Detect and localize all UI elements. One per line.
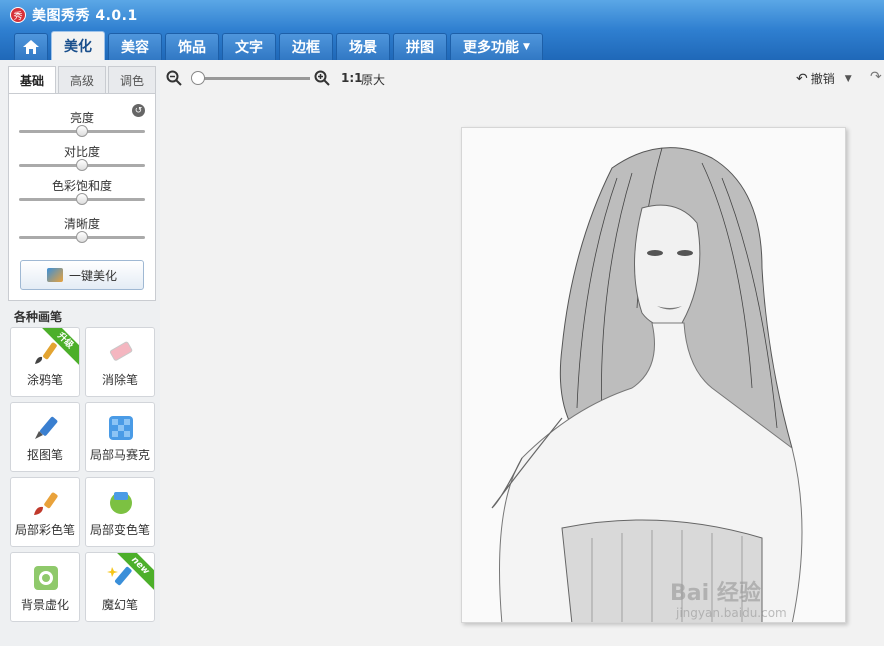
one-click-beautify-label: 一键美化	[68, 268, 117, 283]
contrast-label: 对比度	[63, 145, 100, 159]
sharpness-thumb[interactable]	[76, 231, 88, 243]
cutout-pen-icon	[35, 416, 58, 439]
brush-eraser-label: 消除笔	[101, 373, 138, 387]
brightness-slider[interactable]	[19, 125, 145, 137]
mosaic-icon	[109, 416, 133, 440]
color-change-icon	[110, 492, 132, 514]
magic-wand-icon	[46, 268, 63, 282]
brush-doodle[interactable]: 升级 涂鸦笔	[10, 327, 80, 397]
tab-more[interactable]: 更多功能 ▼	[450, 33, 543, 60]
brightness-thumb[interactable]	[76, 125, 88, 137]
undo-label: 撤销	[810, 72, 835, 86]
brush-magic[interactable]: new 魔幻笔	[85, 552, 155, 622]
redo-icon[interactable]: ↷	[870, 69, 882, 85]
brush-color[interactable]: 局部彩色笔	[10, 477, 80, 547]
zoom-slider[interactable]	[192, 77, 310, 80]
photo-canvas[interactable]	[461, 127, 846, 623]
tab-frame[interactable]: 边框	[279, 33, 333, 60]
sub-tab-basic[interactable]: 基础	[8, 66, 56, 94]
color-brush-icon	[34, 492, 58, 515]
watermark-logo: Bai 经验	[670, 581, 761, 606]
sub-tabs: 基础 高级 调色	[8, 66, 158, 94]
one-click-beautify-button[interactable]: 一键美化	[20, 260, 144, 290]
sharpness-slider-group: 清晰度	[19, 216, 145, 243]
sub-tab-color[interactable]: 调色	[108, 66, 156, 94]
main-tab-bar: 美化 美容 饰品 文字 边框 场景 拼图 更多功能 ▼	[0, 30, 884, 60]
left-panel: 基础 高级 调色 ↺ 亮度 对比度 色彩饱和度 清晰度 一键美化 各种画笔 升级…	[0, 60, 160, 646]
app-title: 美图秀秀 4.0.1	[32, 8, 138, 24]
tab-more-label: 更多功能	[463, 40, 519, 56]
actual-size-button[interactable]: 1:1	[341, 71, 363, 85]
sharpness-label: 清晰度	[63, 217, 100, 231]
tab-text[interactable]: 文字	[222, 33, 276, 60]
caret-down-icon: ▼	[523, 42, 530, 52]
saturation-slider-group: 色彩饱和度	[19, 178, 145, 205]
saturation-slider[interactable]	[19, 193, 145, 205]
brush-color-label: 局部彩色笔	[14, 523, 75, 537]
brush-background-blur-label: 背景虚化	[20, 598, 69, 612]
undo-button[interactable]: ↶ 撤销 ▼	[796, 70, 852, 87]
sharpness-slider[interactable]	[19, 231, 145, 243]
eraser-icon	[109, 341, 133, 361]
zoom-in-icon[interactable]	[314, 70, 330, 86]
undo-dropdown-icon[interactable]: ▼	[845, 74, 852, 84]
brightness-slider-group: 亮度	[19, 110, 145, 137]
tab-home[interactable]	[14, 33, 48, 60]
tab-accessories[interactable]: 饰品	[165, 33, 219, 60]
undo-icon: ↶	[796, 70, 808, 87]
brush-color-change[interactable]: 局部变色笔	[85, 477, 155, 547]
tab-beautify[interactable]: 美化	[51, 31, 105, 60]
brightness-label: 亮度	[69, 111, 94, 125]
original-size-label[interactable]: 原大	[361, 71, 385, 88]
watermark-url: jingyan.baidu.com	[676, 606, 787, 620]
brush-mosaic-label: 局部马赛克	[89, 448, 150, 462]
brush-mosaic[interactable]: 局部马赛克	[85, 402, 155, 472]
brush-cutout-label: 抠图笔	[26, 448, 63, 462]
brush-background-blur[interactable]: 背景虚化	[10, 552, 80, 622]
saturation-thumb[interactable]	[76, 193, 88, 205]
brush-magic-label: 魔幻笔	[101, 598, 138, 612]
brush-eraser[interactable]: 消除笔	[85, 327, 155, 397]
contrast-slider-group: 对比度	[19, 144, 145, 171]
title-bar: 秀 美图秀秀 4.0.1	[0, 0, 884, 30]
app-logo-icon: 秀	[10, 7, 26, 23]
brush-color-change-label: 局部变色笔	[89, 523, 150, 537]
canvas-toolbar: 1:1 原大 ↶ 撤销 ▼ ↷	[160, 60, 884, 98]
saturation-label: 色彩饱和度	[51, 179, 112, 193]
brushes-title: 各种画笔	[14, 310, 63, 324]
tab-makeup[interactable]: 美容	[108, 33, 162, 60]
sketch-portrait-image	[462, 128, 845, 622]
home-icon	[23, 40, 39, 54]
contrast-slider[interactable]	[19, 159, 145, 171]
zoom-slider-thumb[interactable]	[190, 71, 205, 85]
zoom-out-icon[interactable]	[166, 70, 182, 86]
brush-doodle-label: 涂鸦笔	[26, 373, 63, 387]
brush-cutout[interactable]: 抠图笔	[10, 402, 80, 472]
adjust-panel: ↺ 亮度 对比度 色彩饱和度 清晰度 一键美化	[8, 93, 156, 301]
tab-collage[interactable]: 拼图	[393, 33, 447, 60]
blur-icon	[34, 566, 58, 590]
tab-scene[interactable]: 场景	[336, 33, 390, 60]
contrast-thumb[interactable]	[76, 159, 88, 171]
sub-tab-advanced[interactable]: 高级	[58, 66, 106, 94]
